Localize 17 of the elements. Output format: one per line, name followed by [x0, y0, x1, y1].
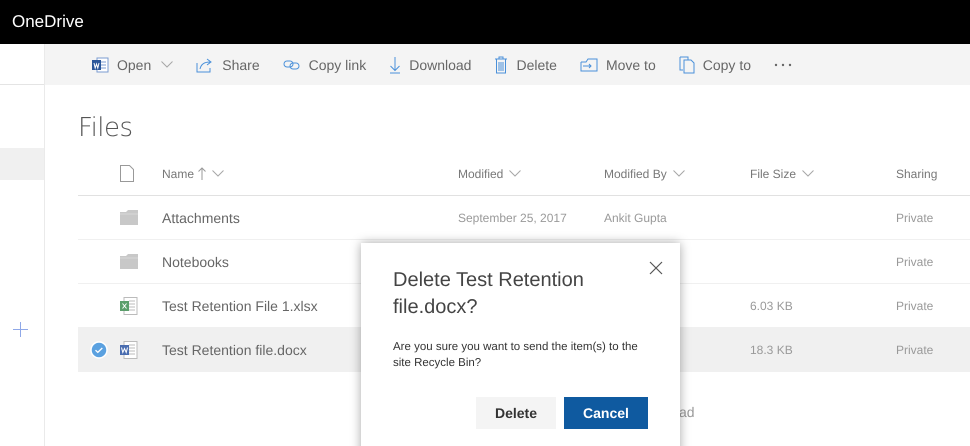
table-cell: Notebooks: [162, 254, 229, 270]
table-cell: Ankit Gupta: [604, 210, 667, 224]
table-cell: Test Retention file.docx: [162, 342, 307, 358]
table-cell: September 25, 2017: [458, 210, 567, 224]
table-cell: Private: [896, 210, 934, 224]
dialog-message: Are you sure you want to send the item(s) to the site Recycle Bin?: [393, 340, 639, 371]
table-cell: Private: [896, 342, 934, 356]
table-cell: 18.3 KB: [750, 342, 793, 356]
table-cell: Private: [896, 298, 934, 312]
page-title: Files: [78, 113, 134, 145]
app-title: OneDrive: [12, 12, 84, 32]
table-cell: Test Retention File 1.xlsx: [162, 298, 318, 314]
dialog-title: Delete Test Retention file.docx?: [393, 268, 585, 320]
table-cell: Attachments: [162, 210, 240, 226]
table-cell: 6.03 KB: [750, 298, 793, 312]
empty-hint: ad: [679, 404, 696, 420]
table-cell: Private: [896, 254, 934, 268]
